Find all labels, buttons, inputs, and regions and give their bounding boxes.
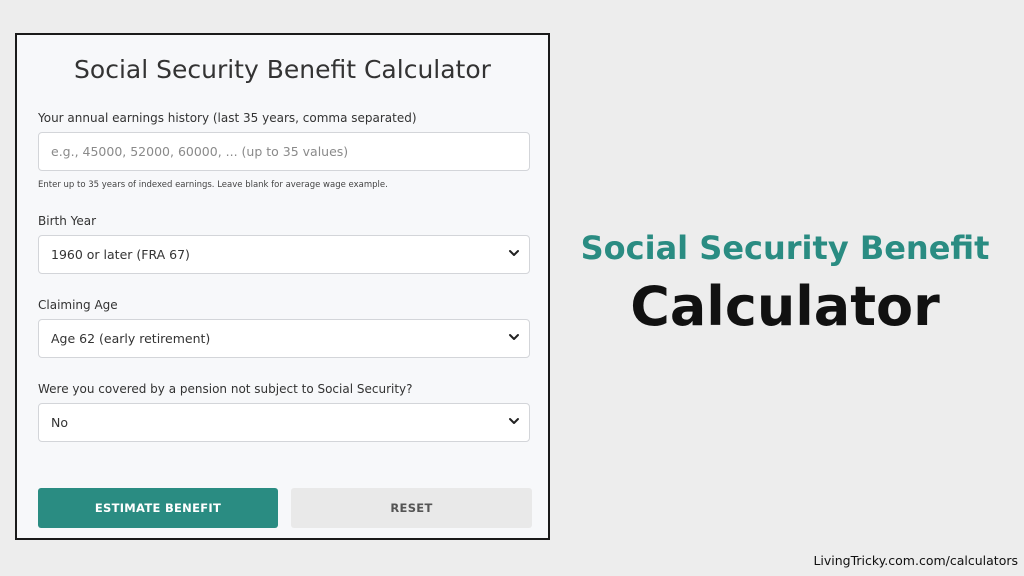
footer-url: LivingTricky.com.com/calculators — [813, 553, 1018, 568]
page-title: Social Security Benefit Calculator — [74, 55, 491, 84]
pension-select[interactable]: No — [38, 403, 530, 442]
hero-title-line2: Calculator — [630, 275, 940, 338]
birth-year-select[interactable]: 1960 or later (FRA 67) — [38, 235, 530, 274]
claiming-age-label: Claiming Age — [38, 298, 118, 312]
hero-title-line1: Social Security Benefit — [580, 229, 990, 267]
pension-label: Were you covered by a pension not subjec… — [38, 382, 413, 396]
earnings-hint: Enter up to 35 years of indexed earnings… — [38, 180, 388, 190]
calculator-card: Social Security Benefit Calculator Your … — [15, 33, 550, 540]
birth-year-value: 1960 or later (FRA 67) — [51, 247, 190, 262]
chevron-down-icon — [509, 418, 519, 424]
pension-value: No — [51, 415, 68, 430]
estimate-benefit-button[interactable]: ESTIMATE BENEFIT — [38, 488, 278, 528]
birth-year-label: Birth Year — [38, 214, 97, 228]
claiming-age-select[interactable]: Age 62 (early retirement) — [38, 319, 530, 358]
claiming-age-value: Age 62 (early retirement) — [51, 331, 211, 346]
chevron-down-icon — [509, 334, 519, 340]
reset-button[interactable]: RESET — [291, 488, 532, 528]
earnings-placeholder: e.g., 45000, 52000, 60000, ... (up to 35… — [51, 144, 349, 159]
earnings-label: Your annual earnings history (last 35 ye… — [38, 111, 417, 125]
earnings-input[interactable]: e.g., 45000, 52000, 60000, ... (up to 35… — [38, 132, 530, 171]
chevron-down-icon — [509, 250, 519, 256]
